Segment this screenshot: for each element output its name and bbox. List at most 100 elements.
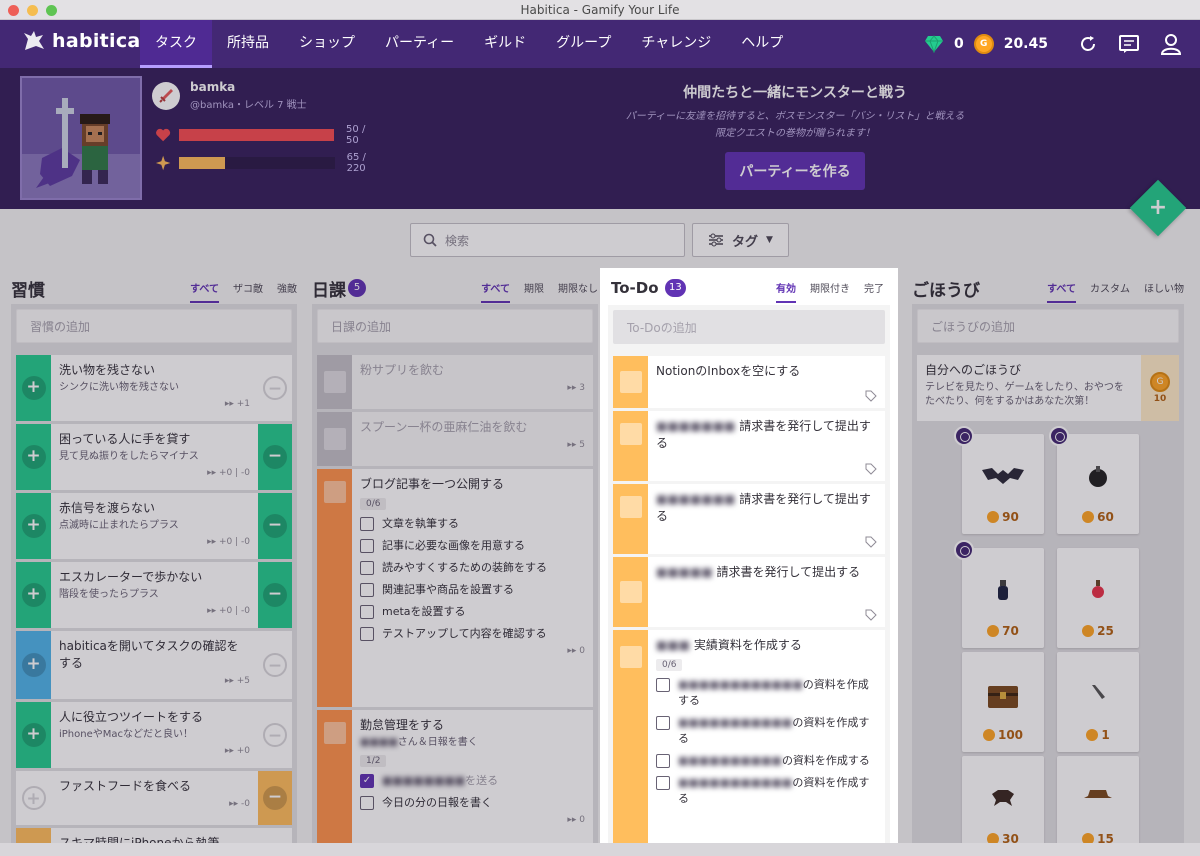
habits-filter-all[interactable]: すべて xyxy=(190,280,219,303)
habit-minus-button[interactable]: − xyxy=(263,583,287,607)
habit-title[interactable]: habiticaを開いてタスクの確認をする xyxy=(59,638,250,672)
habit-title[interactable]: 人に役立つツイートをする xyxy=(59,709,250,726)
checklist-item[interactable]: ■■■■■■■■■■の資料を作成する xyxy=(656,753,877,769)
add-task-fab[interactable]: + xyxy=(1129,179,1187,237)
reward-shop-item[interactable]: 15 xyxy=(1057,756,1139,856)
habit-title[interactable]: 洗い物を残さない xyxy=(59,362,250,379)
rewards-filter-wishlist[interactable]: ほしい物 xyxy=(1144,280,1184,303)
habit-minus-button[interactable]: − xyxy=(263,445,287,469)
checklist-item[interactable]: metaを設置する xyxy=(360,604,585,620)
reward-shop-item[interactable]: 100 xyxy=(962,652,1044,752)
habit-title[interactable]: エスカレーターで歩かない xyxy=(59,569,250,586)
checklist-item[interactable]: 記事に必要な画像を用意する xyxy=(360,538,585,554)
reward-shop-item[interactable]: 90 xyxy=(954,426,1044,534)
daily-title[interactable]: スプーン一杯の亜麻仁油を飲む xyxy=(360,419,585,436)
checklist-item[interactable]: ■■■■■■■■■■■の資料を作成する xyxy=(656,775,877,807)
checklist-checkbox[interactable] xyxy=(656,776,670,790)
daily-checkbox[interactable] xyxy=(323,428,346,450)
dailies-filter-all[interactable]: すべて xyxy=(481,280,510,303)
avatar[interactable] xyxy=(20,76,142,200)
checklist-checkbox[interactable] xyxy=(360,539,374,553)
checklist-checkbox[interactable] xyxy=(656,754,670,768)
checklist-checkbox[interactable] xyxy=(360,561,374,575)
habits-filter-weak[interactable]: ザコ敵 xyxy=(233,280,263,303)
gold-coin-icon[interactable]: G xyxy=(1150,372,1170,392)
nav-help[interactable]: ヘルプ xyxy=(726,20,798,68)
todo-checkbox[interactable] xyxy=(619,423,642,445)
checklist-toggle[interactable]: 1/2 xyxy=(360,755,387,767)
checklist-toggle[interactable]: 0/6 xyxy=(656,659,683,671)
dailies-filter-due[interactable]: 期限 xyxy=(524,280,544,303)
todo-title[interactable]: ■■■■■■■ 請求書を発行して提出する xyxy=(656,418,877,452)
checklist-checkbox-checked[interactable]: ✓ xyxy=(360,774,374,788)
rewards-filter-custom[interactable]: カスタム xyxy=(1090,280,1130,303)
habit-title[interactable]: ファストフードを食べる xyxy=(59,778,250,795)
create-party-button[interactable]: パーティーを作る xyxy=(725,152,865,190)
nav-shops[interactable]: ショップ xyxy=(284,20,370,68)
habit-minus-button[interactable]: − xyxy=(263,653,287,677)
todo-title[interactable]: NotionのInboxを空にする xyxy=(656,363,877,380)
habit-add-input[interactable]: 習慣の追加 xyxy=(16,309,292,343)
reward-add-input[interactable]: ごほうびの追加 xyxy=(917,309,1179,343)
checklist-item[interactable]: ■■■■■■■■■■■の資料を作成する xyxy=(656,715,877,747)
nav-groups[interactable]: グループ xyxy=(541,20,626,68)
habit-minus-button[interactable]: − xyxy=(263,786,287,810)
nav-challenges[interactable]: チャレンジ xyxy=(626,20,726,68)
tags-filter-button[interactable]: タグ ▼ xyxy=(692,223,789,257)
nav-guilds[interactable]: ギルド xyxy=(469,20,541,68)
nav-inventory[interactable]: 所持品 xyxy=(212,20,284,68)
todos-filter-active[interactable]: 有効 xyxy=(776,280,796,303)
checklist-item[interactable]: 関連記事や商品を設置する xyxy=(360,582,585,598)
todo-title[interactable]: ■■■■■■■ 請求書を発行して提出する xyxy=(656,491,877,525)
minimize-window-icon[interactable] xyxy=(27,5,38,16)
habit-plus-button[interactable]: + xyxy=(21,376,46,400)
habit-plus-button[interactable]: + xyxy=(21,583,46,607)
todo-checkbox[interactable] xyxy=(619,496,642,518)
checklist-item[interactable]: ✓ ■■■■■■■■を送る xyxy=(360,773,585,789)
reward-shop-item[interactable]: 70 xyxy=(954,540,1044,648)
sync-icon[interactable] xyxy=(1078,34,1098,54)
todos-filter-dated[interactable]: 期限付き xyxy=(810,280,850,303)
daily-checkbox[interactable] xyxy=(323,481,346,503)
checklist-item[interactable]: 今日の分の日報を書く xyxy=(360,795,585,811)
logo[interactable]: habitica xyxy=(22,30,141,52)
checklist-checkbox[interactable] xyxy=(656,678,670,692)
rewards-filter-all[interactable]: すべて xyxy=(1047,280,1076,303)
checklist-checkbox[interactable] xyxy=(360,796,374,810)
dailies-filter-not-due[interactable]: 期限なし xyxy=(558,280,598,303)
todo-add-input[interactable]: To-Doの追加 xyxy=(613,310,885,344)
daily-title[interactable]: 粉サプリを飲む xyxy=(360,362,585,379)
reward-shop-item[interactable]: 25 xyxy=(1057,548,1139,648)
daily-checkbox[interactable] xyxy=(323,371,346,393)
todo-checkbox[interactable] xyxy=(619,581,642,603)
todos-filter-completed[interactable]: 完了 xyxy=(864,280,884,303)
todo-title[interactable]: ■■■■■ 請求書を発行して提出する xyxy=(656,564,877,581)
daily-title[interactable]: ブログ記事を一つ公開する xyxy=(360,476,585,493)
daily-checkbox[interactable] xyxy=(323,722,346,744)
reward-shop-item[interactable]: 60 xyxy=(1049,426,1139,534)
checklist-item[interactable]: ■■■■■■■■■■■■の資料を作成する xyxy=(656,677,877,709)
reward-title[interactable]: 自分へのごほうび xyxy=(925,362,1133,379)
checklist-item[interactable]: 読みやすくするための装飾をする xyxy=(360,560,585,576)
nav-party[interactable]: パーティー xyxy=(370,20,469,68)
user-menu-icon[interactable] xyxy=(1160,33,1182,55)
checklist-checkbox[interactable] xyxy=(360,605,374,619)
checklist-checkbox[interactable] xyxy=(360,583,374,597)
todo-title[interactable]: ■■■ 実績資料を作成する xyxy=(656,637,877,654)
habit-plus-button[interactable]: + xyxy=(21,653,46,677)
checklist-toggle[interactable]: 0/6 xyxy=(360,498,387,510)
habit-plus-button[interactable]: + xyxy=(21,514,46,538)
habit-plus-button[interactable]: + xyxy=(21,445,46,469)
habits-filter-strong[interactable]: 強敵 xyxy=(277,280,297,303)
daily-add-input[interactable]: 日課の追加 xyxy=(317,309,593,343)
checklist-checkbox[interactable] xyxy=(360,517,374,531)
checklist-item[interactable]: テストアップして内容を確認する xyxy=(360,626,585,642)
todo-checkbox[interactable] xyxy=(619,371,642,393)
search-input[interactable]: 検索 xyxy=(410,223,685,257)
close-window-icon[interactable] xyxy=(8,5,19,16)
todo-checkbox[interactable] xyxy=(619,646,642,668)
habit-plus-button[interactable]: + xyxy=(21,723,46,747)
zoom-window-icon[interactable] xyxy=(46,5,57,16)
habit-minus-button[interactable]: − xyxy=(263,723,287,747)
habit-title[interactable]: 困っている人に手を貸す xyxy=(59,431,250,448)
